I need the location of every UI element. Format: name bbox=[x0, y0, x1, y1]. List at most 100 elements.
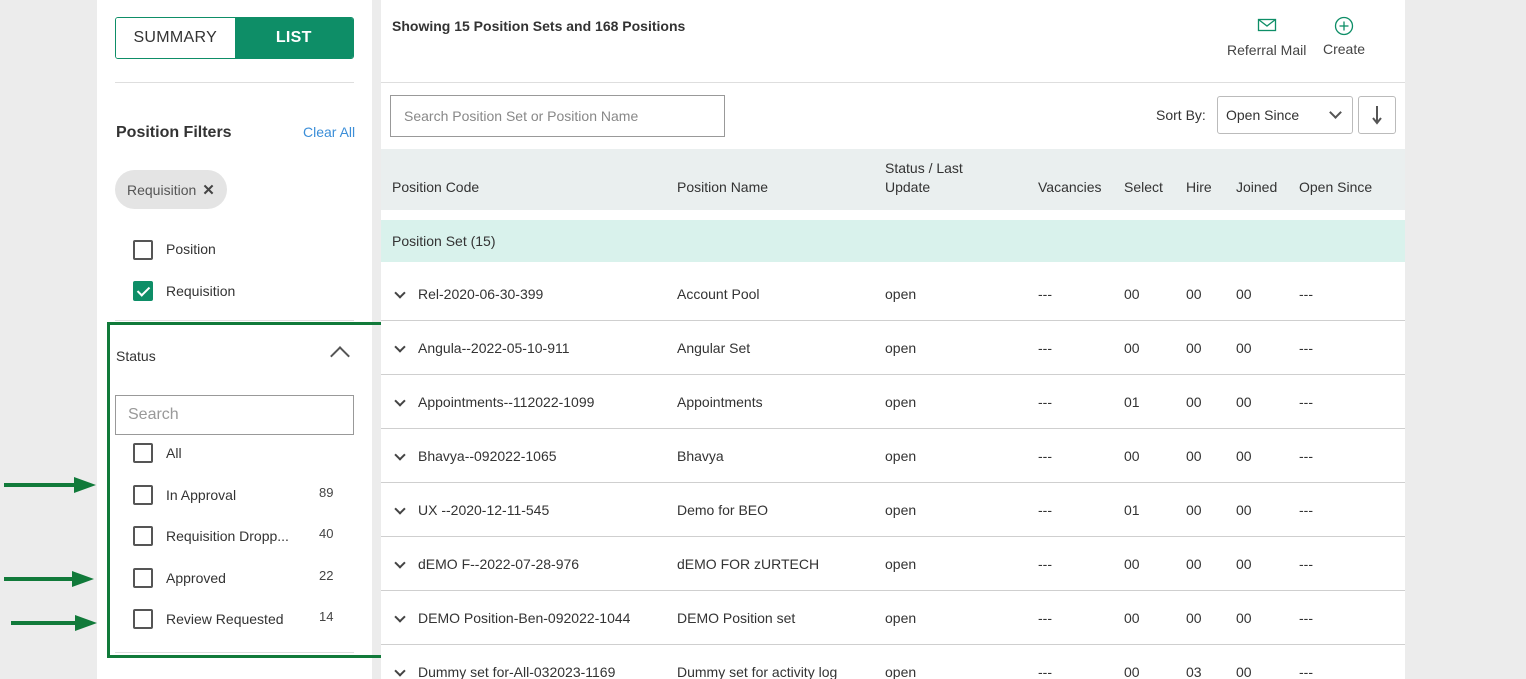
table-row[interactable]: Rel-2020-06-30-399 Account Pool open --- 00 0… bbox=[381, 267, 1405, 321]
create-button[interactable]: Create bbox=[1323, 16, 1365, 57]
sort-by-label: Sort By: bbox=[1156, 107, 1206, 123]
cell-hire: 03 bbox=[1186, 664, 1202, 679]
checkbox-position[interactable] bbox=[133, 240, 153, 260]
column-header-vacancies[interactable]: Vacancies bbox=[1038, 178, 1102, 197]
cell-open-since: --- bbox=[1299, 556, 1313, 572]
divider bbox=[115, 82, 354, 83]
cell-open-since: --- bbox=[1299, 394, 1313, 410]
annotation-arrow-icon bbox=[4, 571, 94, 587]
cell-position-name: Bhavya bbox=[677, 448, 724, 464]
divider bbox=[115, 320, 354, 321]
sort-direction-button[interactable] bbox=[1358, 96, 1396, 134]
cell-select: 00 bbox=[1124, 448, 1140, 464]
cell-joined: 00 bbox=[1236, 556, 1252, 572]
expand-chevron-icon[interactable] bbox=[394, 341, 406, 353]
tab-list[interactable]: LIST bbox=[234, 18, 353, 58]
cell-status: open bbox=[885, 340, 917, 356]
cell-vacancies: --- bbox=[1038, 448, 1052, 464]
column-header-code[interactable]: Position Code bbox=[392, 178, 479, 197]
chevron-down-icon bbox=[1329, 106, 1342, 119]
cell-vacancies: --- bbox=[1038, 286, 1052, 302]
table-row[interactable]: dEMO F--2022-07-28-976 dEMO FOR zURTECH op… bbox=[381, 537, 1405, 591]
active-filter-chip: Requisition ✕ bbox=[115, 170, 227, 209]
cell-open-since: --- bbox=[1299, 448, 1313, 464]
clear-all-link[interactable]: Clear All bbox=[303, 124, 355, 140]
cell-open-since: --- bbox=[1299, 610, 1313, 626]
view-toggle: SUMMARY LIST bbox=[115, 17, 354, 59]
arrow-down-icon bbox=[1372, 106, 1382, 125]
column-header-status-line2: Update bbox=[885, 179, 931, 195]
column-header-name[interactable]: Position Name bbox=[677, 178, 768, 197]
expand-chevron-icon[interactable] bbox=[394, 665, 406, 677]
cell-hire: 00 bbox=[1186, 340, 1202, 356]
cell-status: open bbox=[885, 610, 917, 626]
cell-position-name: Demo for BEO bbox=[677, 502, 769, 518]
cell-select: 00 bbox=[1124, 610, 1140, 626]
checkbox-label-requisition: Requisition bbox=[166, 283, 236, 299]
cell-position-code: dEMO F--2022-07-28-976 bbox=[418, 556, 580, 572]
table-row[interactable]: UX --2020-12-11-545 Demo for BEO open --- 01… bbox=[381, 483, 1405, 537]
expand-chevron-icon[interactable] bbox=[394, 611, 406, 623]
annotation-arrow-icon bbox=[11, 615, 97, 631]
column-header-select[interactable]: Select bbox=[1124, 178, 1163, 197]
cell-joined: 00 bbox=[1236, 394, 1252, 410]
table-row[interactable]: Angula--2022-05-10-911 Angular Set open ---… bbox=[381, 321, 1405, 375]
cell-hire: 00 bbox=[1186, 448, 1202, 464]
divider bbox=[381, 82, 1405, 83]
expand-chevron-icon[interactable] bbox=[394, 287, 406, 299]
table-row[interactable]: Appointments--112022-1099 Appointments ope… bbox=[381, 375, 1405, 429]
cell-hire: 00 bbox=[1186, 610, 1202, 626]
cell-vacancies: --- bbox=[1038, 556, 1052, 572]
annotation-highlight-box bbox=[107, 322, 394, 658]
cell-joined: 00 bbox=[1236, 664, 1252, 679]
cell-position-name: Dummy set for activity log bbox=[677, 664, 838, 679]
tab-summary[interactable]: SUMMARY bbox=[116, 18, 235, 58]
cell-open-since: --- bbox=[1299, 664, 1313, 679]
cell-position-code: UX --2020-12-11-545 bbox=[418, 502, 550, 518]
cell-position-name: DEMO Position set bbox=[677, 610, 796, 626]
position-search-input[interactable] bbox=[390, 95, 725, 137]
cell-status: open bbox=[885, 664, 917, 679]
table-row[interactable]: DEMO Position-Ben-092022-1044 DEMO Positi… bbox=[381, 591, 1405, 645]
cell-status: open bbox=[885, 502, 917, 518]
cell-position-name: Angular Set bbox=[677, 340, 751, 356]
cell-hire: 00 bbox=[1186, 556, 1202, 572]
chip-label: Requisition bbox=[127, 181, 197, 198]
expand-chevron-icon[interactable] bbox=[394, 557, 406, 569]
cell-position-code: Appointments--112022-1099 bbox=[418, 394, 595, 410]
expand-chevron-icon[interactable] bbox=[394, 503, 406, 515]
referral-mail-button[interactable]: Referral Mail bbox=[1227, 17, 1306, 58]
expand-chevron-icon[interactable] bbox=[394, 449, 406, 461]
cell-select: 00 bbox=[1124, 556, 1140, 572]
table-row[interactable]: Dummy set for-All-032023-1169 Dummy set f… bbox=[381, 645, 1405, 679]
cell-hire: 00 bbox=[1186, 394, 1202, 410]
expand-chevron-icon[interactable] bbox=[394, 395, 406, 407]
cell-hire: 00 bbox=[1186, 286, 1202, 302]
column-header-status[interactable]: Status / Last Update bbox=[885, 159, 963, 197]
remove-chip-icon[interactable]: ✕ bbox=[202, 181, 215, 199]
cell-position-name: Account Pool bbox=[677, 286, 760, 302]
table-row[interactable]: Bhavya--092022-1065 Bhavya open --- 00 00 00 --… bbox=[381, 429, 1405, 483]
create-label: Create bbox=[1323, 41, 1366, 57]
column-header-hire[interactable]: Hire bbox=[1186, 178, 1212, 197]
cell-vacancies: --- bbox=[1038, 502, 1052, 518]
plus-circle-icon bbox=[1334, 16, 1354, 36]
cell-status: open bbox=[885, 394, 917, 410]
cell-vacancies: --- bbox=[1038, 394, 1052, 410]
sort-by-select[interactable]: Open Since bbox=[1217, 96, 1353, 134]
cell-open-since: --- bbox=[1299, 502, 1313, 518]
position-set-group-row[interactable]: Position Set (15) bbox=[381, 220, 1405, 262]
table-header: Position Code Position Name Status / Las… bbox=[381, 149, 1405, 210]
cell-status: open bbox=[885, 448, 917, 464]
cell-position-code: Rel-2020-06-30-399 bbox=[418, 286, 544, 302]
cell-position-code: DEMO Position-Ben-092022-1044 bbox=[418, 610, 631, 626]
cell-select: 00 bbox=[1124, 664, 1140, 679]
checkbox-requisition[interactable] bbox=[133, 281, 153, 301]
column-header-joined[interactable]: Joined bbox=[1236, 178, 1277, 197]
column-header-status-line1: Status / Last bbox=[885, 160, 963, 176]
cell-vacancies: --- bbox=[1038, 664, 1052, 679]
cell-status: open bbox=[885, 556, 917, 572]
cell-joined: 00 bbox=[1236, 610, 1252, 626]
column-header-open-since[interactable]: Open Since bbox=[1299, 178, 1372, 197]
referral-mail-label: Referral Mail bbox=[1227, 42, 1307, 58]
